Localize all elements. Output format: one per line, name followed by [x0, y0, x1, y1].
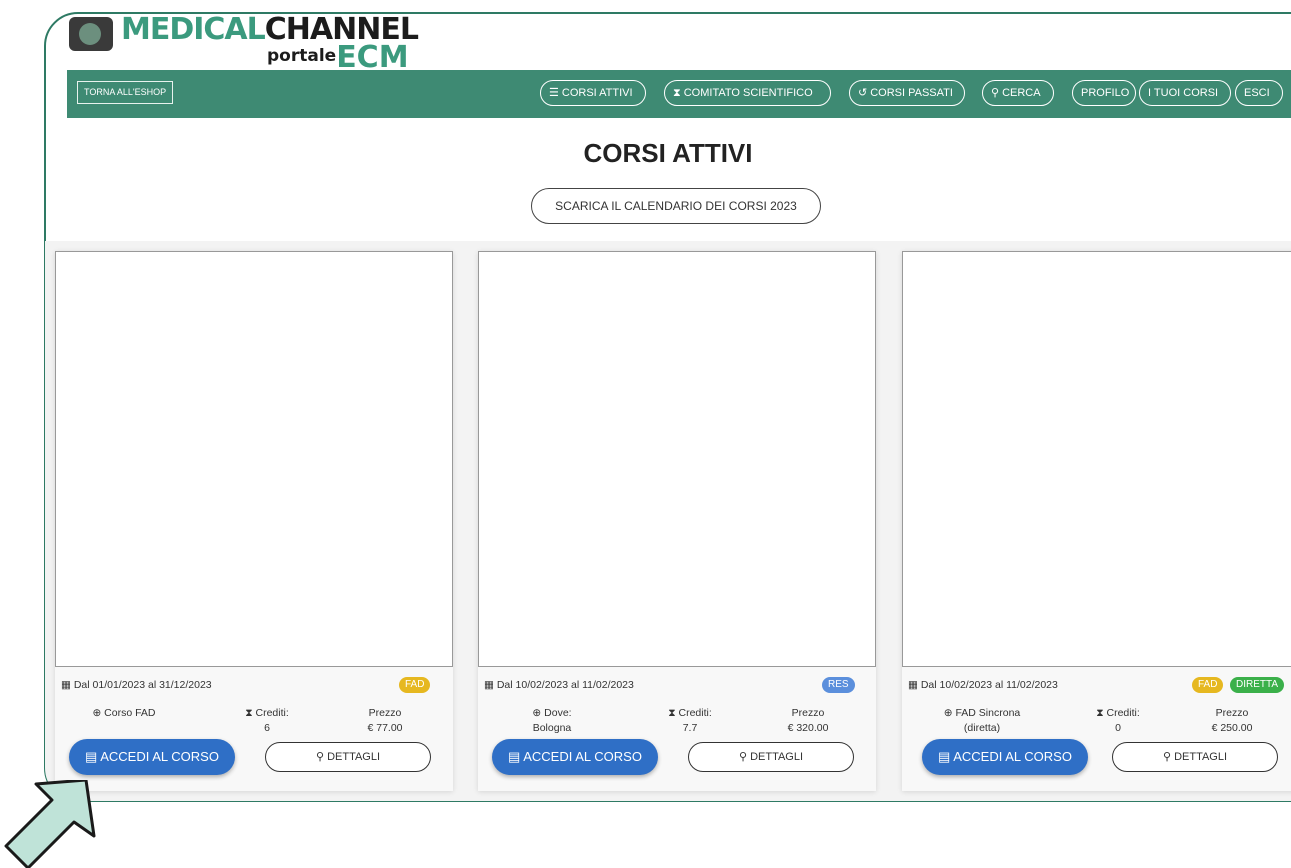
course-location: ⊕ Dove: Bologna [532, 707, 572, 734]
nav-profilo[interactable]: PROFILO [1072, 80, 1136, 106]
course-card: ▦ Dal 10/02/2023 al 11/02/2023 FAD DIRET… [902, 251, 1291, 791]
hourglass-icon: ⧗ [245, 707, 256, 719]
document-icon: ▤ [508, 749, 524, 764]
calendar-icon: ▦ [61, 679, 74, 691]
logo[interactable]: MEDICALCHANNEL portaleECM [69, 13, 419, 75]
course-price: Prezzo € 77.00 [367, 707, 403, 734]
course-credits: ⧗ Crediti: 7.7 [668, 707, 712, 734]
calendar-icon: ▦ [484, 679, 497, 691]
course-location: ⊕ Corso FAD [92, 707, 156, 719]
badge-diretta: DIRETTA [1230, 677, 1285, 693]
nav-corsi-attivi[interactable]: ☰ CORSI ATTIVI [540, 80, 646, 106]
course-price: Prezzo € 250.00 [1211, 707, 1253, 734]
list-icon: ☰ [549, 87, 559, 99]
badge-fad: FAD [1192, 677, 1224, 693]
course-date: ▦ Dal 10/02/2023 al 11/02/2023 [908, 679, 1058, 691]
search-icon: ⚲ [1162, 751, 1175, 763]
hourglass-icon: ⧗ [1096, 707, 1107, 719]
details-button[interactable]: ⚲ DETTAGLI [1112, 742, 1278, 772]
nav-esci[interactable]: ESCI [1235, 80, 1283, 106]
badge-res: RES [822, 677, 855, 693]
course-credits: ⧗ Crediti: 0 [1096, 707, 1140, 734]
course-date: ▦ Dal 10/02/2023 al 11/02/2023 [484, 679, 634, 691]
nav-cerca[interactable]: ⚲ CERCA [982, 80, 1054, 106]
globe-icon: ⊕ [92, 707, 105, 719]
nav-corsi-passati[interactable]: ↺ CORSI PASSATI [849, 80, 965, 106]
page: MEDICALCHANNEL portaleECM TORNA ALL'ESHO… [45, 13, 1291, 801]
history-icon: ↺ [858, 87, 868, 99]
download-calendar-button[interactable]: SCARICA IL CALENDARIO DEI CORSI 2023 [531, 188, 821, 224]
course-image [902, 251, 1291, 667]
course-card: ▦ Dal 01/01/2023 al 31/12/2023 FAD ⊕ Cor… [55, 251, 453, 791]
details-button[interactable]: ⚲ DETTAGLI [688, 742, 854, 772]
badge-fad: FAD [399, 677, 431, 693]
course-price: Prezzo € 320.00 [787, 707, 829, 734]
back-to-eshop-button[interactable]: TORNA ALL'ESHOP [77, 81, 174, 104]
hourglass-icon: ⧗ [668, 707, 679, 719]
navbar: TORNA ALL'ESHOP ☰ CORSI ATTIVI ⧗ COMITATO … [67, 70, 1291, 118]
globe-icon: ⊕ [532, 707, 545, 719]
nav-comitato-scientifico[interactable]: ⧗ COMITATO SCIENTIFICO [664, 80, 831, 106]
course-image [478, 251, 876, 667]
pointer-arrow-icon [4, 780, 96, 868]
access-course-button[interactable]: ▤ ACCEDI AL CORSO [922, 739, 1088, 775]
access-course-button[interactable]: ▤ ACCEDI AL CORSO [69, 739, 235, 775]
course-credits: ⧗ Crediti: 6 [245, 707, 289, 734]
calendar-icon: ▦ [908, 679, 921, 691]
course-card: ▦ Dal 10/02/2023 al 11/02/2023 RES ⊕ Dov… [478, 251, 876, 791]
document-icon: ▤ [85, 749, 101, 764]
course-date: ▦ Dal 01/01/2023 al 31/12/2023 [61, 679, 212, 691]
globe-icon: ⊕ [943, 707, 956, 719]
logo-badge-icon [69, 17, 113, 51]
search-icon: ⚲ [315, 751, 328, 763]
details-button[interactable]: ⚲ DETTAGLI [265, 742, 431, 772]
access-course-button[interactable]: ▤ ACCEDI AL CORSO [492, 739, 658, 775]
nav-tuoi-corsi[interactable]: I TUOI CORSI [1139, 80, 1231, 106]
course-image [55, 251, 453, 667]
search-icon: ⚲ [991, 87, 1000, 99]
course-location: ⊕ FAD Sincrona (diretta) [943, 707, 1021, 734]
page-title: CORSI ATTIVI [583, 138, 753, 168]
hourglass-icon: ⧗ [673, 87, 681, 99]
document-icon: ▤ [938, 749, 954, 764]
search-icon: ⚲ [738, 751, 751, 763]
